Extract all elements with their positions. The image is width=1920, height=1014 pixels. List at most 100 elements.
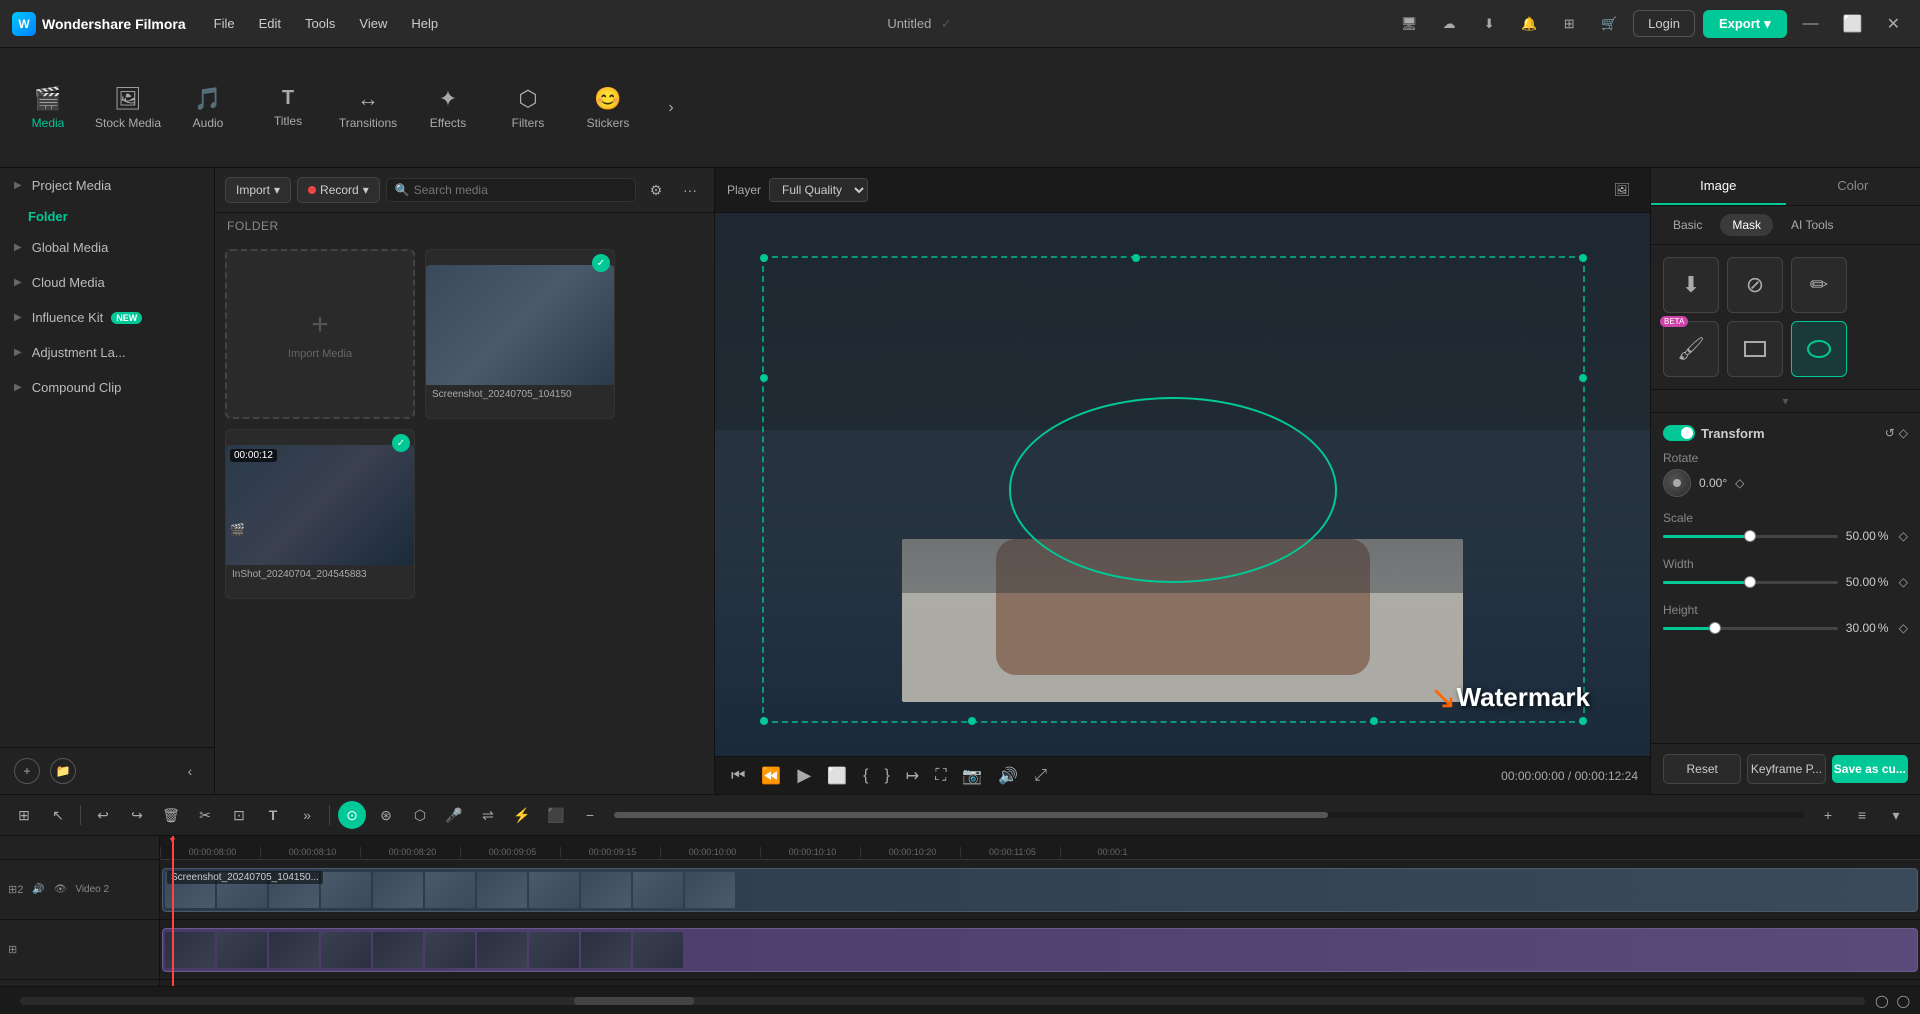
height-slider-thumb[interactable] (1709, 622, 1721, 634)
subtab-basic[interactable]: Basic (1661, 214, 1714, 236)
skip-back-button[interactable]: ⏮ (727, 765, 749, 787)
marker-icon[interactable]: ◯ (1875, 994, 1888, 1008)
import-media-card[interactable]: + Import Media (225, 249, 415, 419)
marker-icon2[interactable]: ◯ (1897, 994, 1910, 1008)
sidebar-item-cloud-media[interactable]: ▶ Cloud Media (0, 265, 214, 300)
tab-stock-media[interactable]: 🖼 Stock Media (88, 58, 168, 158)
redo-button[interactable]: ↪ (123, 801, 151, 829)
cut-button[interactable]: ✂ (191, 801, 219, 829)
more-options-icon[interactable]: ··· (676, 176, 704, 204)
sidebar-collapse-button[interactable]: ‹ (180, 763, 200, 779)
transform-toggle[interactable] (1663, 425, 1695, 441)
more-tl-button[interactable]: » (293, 801, 321, 829)
filter-icon[interactable]: ⚙ (642, 176, 670, 204)
mask-tools-expand[interactable]: ▾ (1651, 390, 1920, 413)
subtab-ai-tools[interactable]: AI Tools (1779, 214, 1845, 236)
height-keyframe-icon[interactable]: ◇ (1899, 621, 1908, 635)
media-card-inshot[interactable]: 00:00:12 🎬 ✓ InShot_20240704_204545883 (225, 429, 415, 599)
scrollbar-thumb[interactable] (574, 997, 694, 1005)
close-button[interactable]: ✕ (1879, 14, 1908, 34)
tab-media[interactable]: 🎬 Media (8, 58, 88, 158)
add-folder-button[interactable]: + (14, 758, 40, 784)
mask-tool-rect[interactable] (1727, 321, 1783, 377)
snap-button[interactable]: ⊙ (338, 801, 366, 829)
menu-help[interactable]: Help (403, 12, 446, 35)
mask-tool-download[interactable]: ⬇ (1663, 257, 1719, 313)
tab-effects[interactable]: ✦ Effects (408, 58, 488, 158)
menu-edit[interactable]: Edit (251, 12, 289, 35)
tab-audio[interactable]: 🎵 Audio (168, 58, 248, 158)
mark-out-button[interactable]: } (880, 765, 893, 787)
add-keyframe-icon[interactable]: ◇ (1899, 426, 1908, 440)
sidebar-item-influence-kit[interactable]: ▶ Influence Kit NEW (0, 300, 214, 335)
height-slider-track[interactable] (1663, 627, 1838, 630)
rotate-keyframe-icon[interactable]: ◇ (1735, 476, 1744, 490)
menu-tools[interactable]: Tools (297, 12, 343, 35)
zoom-in-button[interactable]: + (1814, 801, 1842, 829)
save-custom-button[interactable]: Save as cu... (1832, 755, 1908, 783)
scale-slider-track[interactable] (1663, 535, 1838, 538)
search-input[interactable] (414, 183, 627, 197)
set-mark-button[interactable]: ↦ (902, 764, 923, 788)
transitions-tl-button[interactable]: ⇌ (474, 801, 502, 829)
width-keyframe-icon[interactable]: ◇ (1899, 575, 1908, 589)
motion-button[interactable]: ⚡ (508, 801, 536, 829)
mask-tool-oval[interactable] (1791, 321, 1847, 377)
audio-button[interactable]: 🔊 (994, 764, 1022, 788)
quality-select[interactable]: Full Quality (769, 178, 868, 202)
monitor-icon[interactable]: 🖥 (1393, 8, 1425, 40)
resize-button[interactable]: ⤢ (1030, 765, 1051, 787)
menu-file[interactable]: File (206, 12, 243, 35)
timeline-options-button[interactable]: ▾ (1882, 801, 1910, 829)
mask-tool-beta[interactable]: BETA 🖌 (1663, 321, 1719, 377)
record-button[interactable]: Record ▾ (297, 177, 380, 203)
track-clip-video1[interactable] (162, 928, 1918, 972)
panel-tab-color[interactable]: Color (1786, 168, 1920, 205)
login-button[interactable]: Login (1633, 10, 1695, 37)
reset-button[interactable]: Reset (1663, 754, 1741, 784)
step-back-button[interactable]: ⏪ (757, 764, 785, 788)
delete-button[interactable]: 🗑 (157, 801, 185, 829)
cloud-save-icon[interactable]: ☁ (1433, 8, 1465, 40)
crop-button[interactable]: ⊡ (225, 801, 253, 829)
zoom-slider[interactable] (614, 812, 1804, 818)
timeline-pointer-button[interactable]: ↖ (44, 801, 72, 829)
undo-button[interactable]: ↩ (89, 801, 117, 829)
play-button[interactable]: ▶ (793, 763, 815, 788)
track-visibility-video2[interactable]: 👁 (51, 881, 69, 899)
scale-slider-thumb[interactable] (1744, 530, 1756, 542)
width-slider-track[interactable] (1663, 581, 1838, 584)
tab-transitions[interactable]: ↔ Transitions (328, 58, 408, 158)
scale-keyframe-icon[interactable]: ◇ (1899, 529, 1908, 543)
sidebar-item-compound-clip[interactable]: ▶ Compound Clip (0, 370, 214, 405)
folder-button[interactable]: 📁 (50, 758, 76, 784)
pip-button[interactable]: ⬛ (542, 801, 570, 829)
track-clip-video2[interactable]: Screenshot_20240705_104150... (162, 868, 1918, 912)
zoom-out-button[interactable]: − (576, 801, 604, 829)
fx-button[interactable]: ⊛ (372, 801, 400, 829)
keyframe-button[interactable]: Keyframe P... (1747, 754, 1825, 784)
minimize-button[interactable]: — (1795, 15, 1827, 33)
width-slider-thumb[interactable] (1744, 576, 1756, 588)
fullscreen-button[interactable]: ⛶ (931, 765, 950, 787)
reset-keyframe-icon[interactable]: ↺ (1885, 426, 1895, 440)
tab-filters[interactable]: ⬡ Filters (488, 58, 568, 158)
gallery-icon[interactable]: 🖼 (1606, 174, 1638, 206)
apps-icon[interactable]: ⊞ (1553, 8, 1585, 40)
mask-tl-button[interactable]: ⬡ (406, 801, 434, 829)
stop-button[interactable]: ⬜ (823, 764, 851, 788)
toolbar-more-button[interactable]: › (656, 48, 686, 167)
mask-tool-slash[interactable]: ⊘ (1727, 257, 1783, 313)
timeline-view-button[interactable]: ≡ (1848, 801, 1876, 829)
mark-in-button[interactable]: { (859, 765, 872, 787)
sidebar-item-adjustment[interactable]: ▶ Adjustment La... (0, 335, 214, 370)
text-button[interactable]: T (259, 801, 287, 829)
tab-titles[interactable]: T Titles (248, 58, 328, 158)
sidebar-folder-label[interactable]: Folder (0, 203, 214, 230)
snapshot-button[interactable]: 📷 (958, 764, 986, 788)
tab-stickers[interactable]: 😊 Stickers (568, 58, 648, 158)
subtab-mask[interactable]: Mask (1720, 214, 1773, 236)
track-audio-video2[interactable]: 🔊 (29, 881, 47, 899)
sidebar-item-project-media[interactable]: ▶ Project Media (0, 168, 214, 203)
media-card-screenshot[interactable]: ✓ Screenshot_20240705_104150 (425, 249, 615, 419)
